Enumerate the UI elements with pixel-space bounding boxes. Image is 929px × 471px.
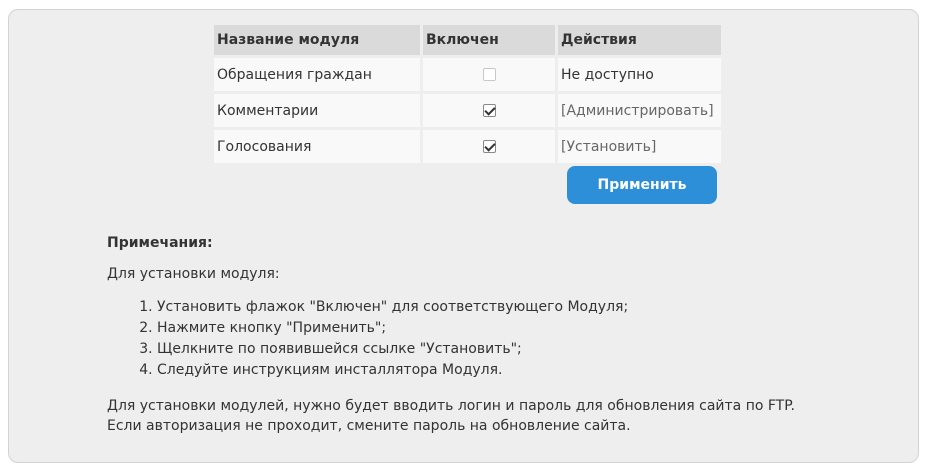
apply-button[interactable]: Применить [567, 166, 717, 204]
install-steps-list: Установить флажок "Включен" для соответс… [107, 297, 907, 381]
enabled-cell [423, 58, 555, 91]
enabled-checkbox [482, 68, 496, 81]
list-item: Следуйте инструкциям инсталлятора Модуля… [157, 360, 907, 381]
table-row: Голосования [Установить] [214, 130, 721, 163]
auth-note: Если авторизация не проходит, смените па… [107, 418, 631, 434]
ftp-note: Для установки модулей, нужно будет вводи… [107, 398, 795, 414]
action-cell: [Установить] [558, 130, 721, 163]
table-row: Комментарии [Администрировать] [214, 94, 721, 127]
module-name-cell: Обращения граждан [214, 58, 420, 91]
modules-panel: Название модуля Включен Действия Обращен… [8, 9, 919, 463]
notes-intro: Для установки модуля: [107, 266, 280, 282]
modules-table: Название модуля Включен Действия Обращен… [211, 22, 724, 166]
table-header-row: Название модуля Включен Действия [214, 25, 721, 55]
notes-title: Примечания: [107, 235, 213, 251]
header-module-name: Название модуля [214, 25, 420, 55]
enabled-checkbox[interactable] [482, 140, 496, 153]
enabled-cell [423, 130, 555, 163]
list-item: Нажмите кнопку "Применить"; [157, 318, 907, 339]
action-cell: [Администрировать] [558, 94, 721, 127]
module-name-cell: Голосования [214, 130, 420, 163]
notes-section: Примечания: Для установки модуля: Устано… [107, 233, 907, 436]
action-text: Не доступно [558, 58, 721, 91]
module-name-cell: Комментарии [214, 94, 420, 127]
enabled-cell [423, 94, 555, 127]
header-enabled: Включен [423, 25, 555, 55]
header-actions: Действия [558, 25, 721, 55]
table-row: Обращения граждан Не доступно [214, 58, 721, 91]
install-link[interactable]: [Установить] [561, 139, 656, 155]
list-item: Щелкните по появившейся ссылке "Установи… [157, 339, 907, 360]
administer-link[interactable]: [Администрировать] [561, 103, 714, 119]
list-item: Установить флажок "Включен" для соответс… [157, 297, 907, 318]
enabled-checkbox[interactable] [482, 104, 496, 117]
